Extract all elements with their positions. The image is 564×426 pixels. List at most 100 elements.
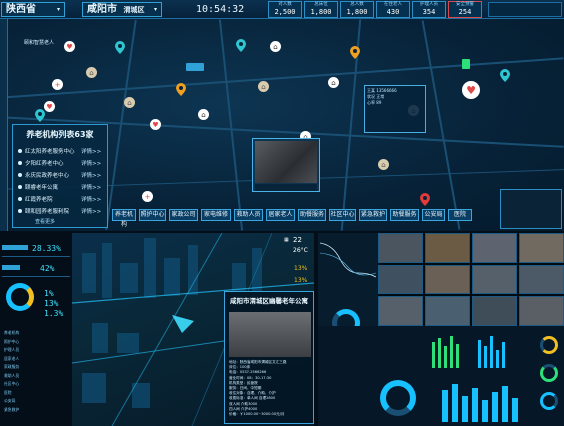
detail-link[interactable]: 详情>> xyxy=(81,147,101,155)
view-more-link[interactable]: 查看更多 xyxy=(13,218,107,225)
elder-home-icon[interactable]: ⌂ xyxy=(124,97,135,108)
legend-list: 养老机构 照护中心 护理人员 居家老人 家政服务 救助人员 社区中心 医院 公安… xyxy=(4,330,20,412)
category-button[interactable]: 助餐服务 xyxy=(298,209,326,221)
resident-callout[interactable]: 王某 13566666 状况 正常 心率 89 xyxy=(364,85,426,133)
detail-link[interactable]: 详情>> xyxy=(81,159,101,167)
camera-feed[interactable] xyxy=(519,264,564,295)
top-bar: 陕西省 ▾ 咸阳市 渭城区 ▾ 10:54:32 对人数 2,500 总床位 1… xyxy=(0,0,564,19)
district-label: 渭城区 xyxy=(123,6,145,14)
list-item[interactable]: 红霞养老院 详情>> xyxy=(13,193,107,205)
category-button[interactable]: 社区中心 xyxy=(329,209,356,221)
elder-org-list-panel: 养老机构列表63家 红太阳养老服务中心 详情>> 夕阳红养老中心 详情>> 永庆民政… xyxy=(12,124,108,228)
location-pin-icon[interactable] xyxy=(35,107,45,122)
category-button[interactable]: 居家老人 xyxy=(266,209,295,221)
calendar-icon: ▦ xyxy=(284,237,289,243)
facility-info-card[interactable]: 咸阳市渭城区幽馨老年公寓 地址：陕西省咸阳市渭城区文汇三路 床位：100床 电话… xyxy=(224,291,314,424)
camera-feed[interactable] xyxy=(378,264,423,295)
hospital-icon[interactable]: + xyxy=(142,191,153,202)
list-item[interactable]: 永庆民政养老中心 详情>> xyxy=(13,169,107,181)
bar-chart xyxy=(432,336,505,368)
camera-feed[interactable] xyxy=(425,233,470,263)
category-button[interactable]: 助餐服务 xyxy=(390,209,419,221)
stat-residents: 在住老人 430 xyxy=(376,1,410,18)
camera-feed[interactable] xyxy=(378,296,423,326)
heart-marker-icon[interactable]: ♥ xyxy=(150,119,161,130)
map-label: 颐和智慧老人 xyxy=(24,40,55,46)
camera-feed[interactable] xyxy=(519,233,564,263)
detail-link[interactable]: 详情>> xyxy=(81,171,101,179)
list-item[interactable]: 夕阳红养老中心 详情>> xyxy=(13,157,107,169)
category-button[interactable]: 公安局 xyxy=(422,209,445,221)
camera-feed[interactable] xyxy=(425,296,470,326)
category-button[interactable]: 照护中心 xyxy=(139,209,166,221)
cctv-feed xyxy=(255,141,317,183)
cctv-popup[interactable] xyxy=(252,138,320,192)
category-button[interactable]: 救助人员 xyxy=(234,209,263,221)
facility-photo xyxy=(229,312,311,357)
detail-link[interactable]: 详情>> xyxy=(81,207,101,215)
camera-feed[interactable] xyxy=(472,264,517,295)
left-side-strip xyxy=(0,19,8,231)
category-button[interactable]: 紧急救护 xyxy=(359,209,387,221)
gauge-icon xyxy=(540,392,558,410)
heart-marker-icon[interactable]: ♥ xyxy=(462,81,480,99)
facility-details: 地址：陕西省咸阳市渭城区文汇三路 床位：100床 电话：0537-2566266… xyxy=(229,360,287,417)
detail-link[interactable]: 详情>> xyxy=(81,183,101,191)
location-pin-icon[interactable] xyxy=(500,67,510,82)
house-icon[interactable]: ⌂ xyxy=(198,109,209,120)
bottom-right-panels xyxy=(318,326,564,426)
camera-feed[interactable] xyxy=(425,264,470,295)
category-button[interactable]: 家政公司 xyxy=(169,209,198,221)
stat-nurses: 护理人员 354 xyxy=(412,1,446,18)
elder-home-icon[interactable]: ⌂ xyxy=(86,67,97,78)
donut-chart xyxy=(6,283,34,311)
city-selector[interactable]: 咸阳市 渭城区 ▾ xyxy=(82,2,162,17)
gauge-icon xyxy=(540,336,558,354)
category-button[interactable]: 养老机构 xyxy=(112,209,136,228)
bar xyxy=(2,265,20,270)
location-pin-icon[interactable] xyxy=(115,39,125,54)
camera-feed[interactable] xyxy=(472,296,517,326)
list-item[interactable]: 颐和园养老服利院 详情>> xyxy=(13,205,107,217)
list-item[interactable]: 颐睿老年公寓 详情>> xyxy=(13,181,107,193)
phone-icon[interactable] xyxy=(462,59,470,69)
city-label: 咸阳市 xyxy=(87,4,117,15)
chevron-down-icon: ▾ xyxy=(56,6,60,13)
elder-list-title: 养老机构列表63家 xyxy=(26,130,94,139)
category-button[interactable]: 医院 xyxy=(448,209,472,221)
location-pin-icon[interactable] xyxy=(420,191,430,206)
camera-feed[interactable] xyxy=(519,296,564,326)
minimap[interactable] xyxy=(500,189,562,229)
location-pin-icon[interactable] xyxy=(176,81,186,96)
header-right-panel xyxy=(488,2,562,17)
gauge-icon xyxy=(540,364,558,382)
hospital-icon[interactable]: + xyxy=(52,79,63,90)
house-icon[interactable]: ⌂ xyxy=(270,41,281,52)
house-icon[interactable]: ⌂ xyxy=(328,77,339,88)
stat-row: 28.33% xyxy=(2,241,70,257)
left-stats-panel: 28.33% 42% 1% 13% 1.3% 养老机构 照护中心 护理人员 居家… xyxy=(0,233,72,426)
location-pin-icon[interactable] xyxy=(350,44,360,59)
weather-panel: ▦ 22 26°C 13% 13% xyxy=(284,236,308,284)
stat-total: 总人数 1,800 xyxy=(340,1,374,18)
device-tag-icon[interactable] xyxy=(186,63,204,71)
stat-row: 42% xyxy=(2,261,70,277)
camera-feed[interactable] xyxy=(472,233,517,263)
list-item[interactable]: 红太阳养老服务中心 详情>> xyxy=(13,145,107,157)
column-chart xyxy=(442,384,518,422)
stat-people: 对人数 2,500 xyxy=(268,1,302,18)
camera-feed[interactable] xyxy=(378,233,423,263)
province-label: 陕西省 xyxy=(6,4,36,15)
cctv-controls[interactable] xyxy=(255,184,317,191)
heart-marker-icon[interactable]: ♥ xyxy=(64,41,75,52)
province-selector[interactable]: 陕西省 ▾ xyxy=(1,2,65,17)
facility-title: 咸阳市渭城区幽馨老年公寓 xyxy=(230,297,308,305)
category-button[interactable]: 家电维修 xyxy=(201,209,231,221)
heart-marker-icon[interactable]: ♥ xyxy=(44,101,55,112)
location-pin-icon[interactable] xyxy=(236,37,246,52)
elder-home-icon[interactable]: ⌂ xyxy=(258,81,269,92)
trend-line-chart xyxy=(319,242,377,278)
detail-link[interactable]: 详情>> xyxy=(81,195,101,203)
elder-home-icon[interactable]: ⌂ xyxy=(378,159,389,170)
stat-alerts: 安全预警 254 xyxy=(448,1,482,18)
